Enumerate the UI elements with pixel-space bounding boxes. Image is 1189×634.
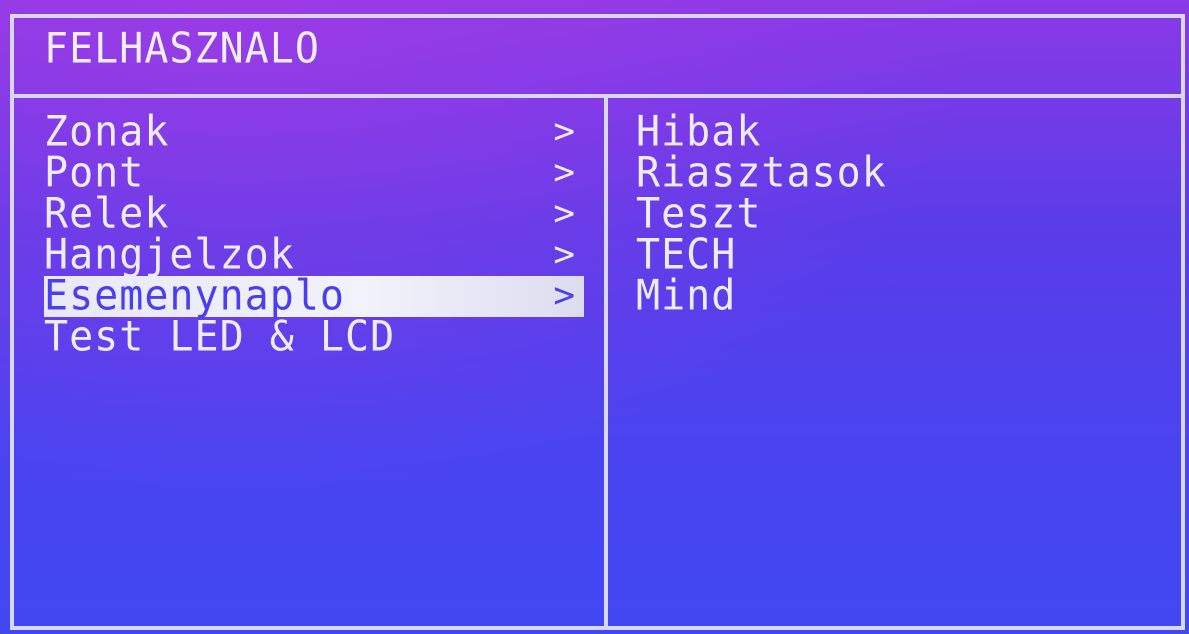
- menu-item-relek[interactable]: Relek >: [44, 189, 584, 239]
- menu-item-test-led-lcd[interactable]: Test LED & LCD: [44, 312, 584, 362]
- menu-item-esemenynaplo[interactable]: Esemenynaplo >: [44, 271, 584, 321]
- menu-item-hangjelzok[interactable]: Hangjelzok >: [44, 230, 584, 280]
- chevron-right-icon: >: [553, 234, 576, 275]
- submenu-item-label: Riasztasok: [636, 148, 887, 198]
- submenu-item-label: Teszt: [636, 189, 762, 239]
- menu-item-label: Zonak: [44, 107, 170, 157]
- submenu-item-riasztasok[interactable]: Riasztasok: [636, 148, 1156, 198]
- submenu-item-label: Mind: [636, 271, 737, 321]
- menu-item-label: Esemenynaplo: [44, 271, 345, 321]
- submenu-item-mind[interactable]: Mind: [636, 271, 1156, 321]
- screen-title: FELHASZNALO: [44, 24, 320, 74]
- menu-item-label: Test LED & LCD: [44, 312, 396, 362]
- chevron-right-icon: >: [553, 152, 576, 193]
- submenu-item-hibak[interactable]: Hibak: [636, 107, 1156, 157]
- lcd-screen: FELHASZNALO Zonak > Pont > Relek > Hangj…: [0, 0, 1189, 634]
- main-menu: Zonak > Pont > Relek > Hangjelzok > Esem…: [44, 107, 584, 362]
- submenu-item-teszt[interactable]: Teszt: [636, 189, 1156, 239]
- menu-item-label: Hangjelzok: [44, 230, 295, 280]
- chevron-right-icon: >: [553, 193, 576, 234]
- chevron-right-icon: >: [553, 275, 576, 316]
- menu-item-pont[interactable]: Pont >: [44, 148, 584, 198]
- chevron-right-icon: >: [553, 111, 576, 152]
- menu-item-label: Relek: [44, 189, 170, 239]
- menu-item-zonak[interactable]: Zonak >: [44, 107, 584, 157]
- submenu: Hibak Riasztasok Teszt TECH Mind: [636, 107, 1156, 321]
- submenu-item-label: Hibak: [636, 107, 762, 157]
- submenu-item-tech[interactable]: TECH: [636, 230, 1156, 280]
- menu-item-label: Pont: [44, 148, 145, 198]
- submenu-item-label: TECH: [636, 230, 737, 280]
